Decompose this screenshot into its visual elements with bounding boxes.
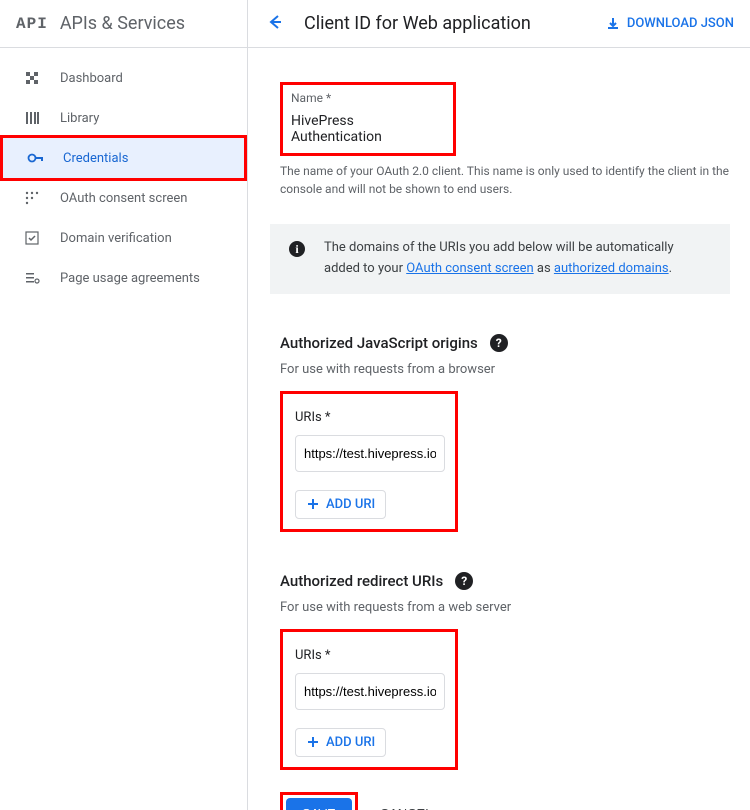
sidebar-items: Dashboard Library Credentials: [0, 48, 247, 298]
js-origins-uris-box: URIs * ADD URI: [280, 391, 458, 532]
actions: SAVE CANCEL: [280, 792, 750, 810]
plus-icon: [306, 497, 320, 511]
name-hint: The name of your OAuth 2.0 client. This …: [280, 162, 750, 198]
sidebar-item-label: OAuth consent screen: [60, 191, 187, 206]
download-json-button[interactable]: DOWNLOAD JSON: [605, 16, 734, 32]
cancel-button[interactable]: CANCEL: [380, 806, 433, 810]
check-icon: [24, 230, 48, 246]
save-button[interactable]: SAVE: [286, 798, 352, 810]
name-label: Name *: [291, 91, 445, 105]
sidebar-item-page-usage[interactable]: Page usage agreements: [0, 258, 247, 298]
sidebar-item-label: Library: [60, 111, 99, 126]
info-box: i The domains of the URIs you add below …: [270, 224, 730, 294]
settings-icon: [24, 270, 48, 286]
sidebar-item-label: Domain verification: [60, 231, 172, 246]
sidebar-item-credentials[interactable]: Credentials: [3, 138, 244, 178]
uris-label: URIs *: [295, 410, 443, 425]
plus-icon: [306, 735, 320, 749]
dashboard-icon: [24, 70, 48, 86]
name-input[interactable]: HivePress Authentication: [291, 113, 445, 145]
redirect-uris-box: URIs * ADD URI: [280, 629, 458, 770]
redirect-uris-section: Authorized redirect URIs ? For use with …: [280, 572, 750, 770]
sidebar-item-label: Credentials: [63, 151, 128, 166]
sidebar-item-label: Dashboard: [60, 71, 123, 86]
sidebar-title: APIs & Services: [60, 13, 185, 34]
redirect-title: Authorized redirect URIs: [280, 572, 443, 590]
help-icon[interactable]: ?: [455, 572, 473, 590]
redirect-hint: For use with requests from a web server: [280, 600, 750, 615]
uris-label: URIs *: [295, 648, 443, 663]
redirect-uri-input[interactable]: [295, 673, 445, 710]
main: Client ID for Web application DOWNLOAD J…: [248, 0, 750, 810]
sidebar-item-library[interactable]: Library: [0, 98, 247, 138]
sidebar-item-label: Page usage agreements: [60, 271, 200, 286]
authorized-domains-link[interactable]: authorized domains: [554, 261, 669, 276]
library-icon: [24, 110, 48, 126]
oauth-consent-link[interactable]: OAuth consent screen: [406, 261, 533, 276]
sidebar: API APIs & Services Dashboard Library: [0, 0, 248, 810]
download-icon: [605, 16, 621, 32]
add-js-uri-button[interactable]: ADD URI: [295, 490, 386, 519]
info-text: The domains of the URIs you add below wi…: [324, 238, 712, 280]
add-redirect-uri-button[interactable]: ADD URI: [295, 728, 386, 757]
back-arrow-icon[interactable]: [264, 12, 284, 36]
help-icon[interactable]: ?: [490, 334, 508, 352]
content: Name * HivePress Authentication The name…: [248, 48, 750, 810]
consent-icon: [24, 190, 48, 206]
info-icon: i: [288, 240, 306, 262]
api-logo: API: [16, 15, 48, 33]
main-header: Client ID for Web application DOWNLOAD J…: [248, 0, 750, 48]
js-origin-uri-input[interactable]: [295, 435, 445, 472]
page-title: Client ID for Web application: [304, 13, 605, 34]
js-origins-section: Authorized JavaScript origins ? For use …: [280, 334, 750, 532]
sidebar-item-dashboard[interactable]: Dashboard: [0, 58, 247, 98]
key-icon: [27, 149, 51, 167]
sidebar-item-oauth-consent[interactable]: OAuth consent screen: [0, 178, 247, 218]
name-field-group: Name * HivePress Authentication: [280, 82, 456, 156]
js-origins-hint: For use with requests from a browser: [280, 362, 750, 377]
sidebar-header: API APIs & Services: [0, 0, 247, 48]
js-origins-title: Authorized JavaScript origins: [280, 334, 478, 352]
sidebar-item-domain-verification[interactable]: Domain verification: [0, 218, 247, 258]
